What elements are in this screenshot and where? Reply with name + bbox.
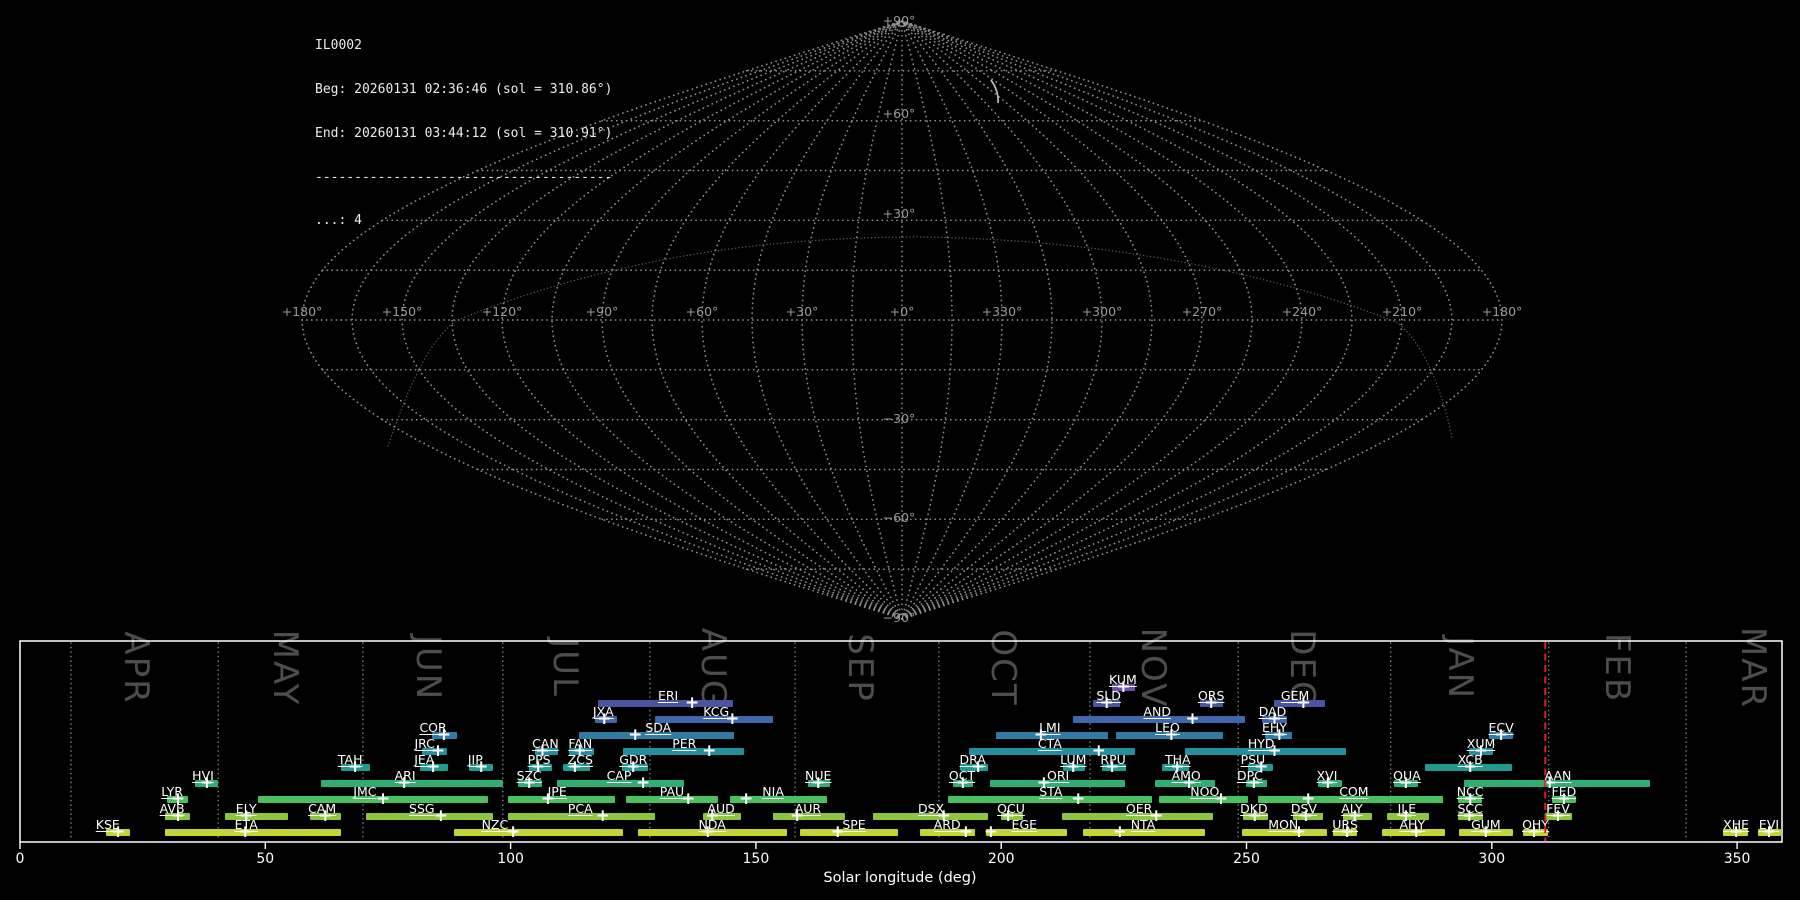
shower-code-label: ERI bbox=[657, 688, 679, 703]
shower-code-label: ECV bbox=[1488, 720, 1514, 735]
shower-code-label: ARD bbox=[933, 817, 961, 832]
shower-code-label: EHY bbox=[1262, 720, 1287, 735]
x-axis-title: Solar longitude (deg) bbox=[823, 870, 977, 886]
month-label: APR bbox=[115, 631, 156, 705]
timeline-panel: APR MAY JUN JUL AUG SEP OCT NOV DEC JAN FEB MAR + KUM… bbox=[0, 0, 1800, 900]
shower-code-label: DPC bbox=[1236, 768, 1263, 783]
shower-code-label: SCC bbox=[1457, 801, 1483, 816]
shower-code-label: THA bbox=[1165, 752, 1191, 767]
shower-code-label: LYR bbox=[161, 784, 183, 799]
shower-code-label: AND bbox=[1143, 704, 1171, 719]
shower-code-label: SSG bbox=[409, 801, 435, 816]
shower-code-label: HVI bbox=[192, 768, 214, 783]
shower-code-label: PCA bbox=[567, 801, 593, 816]
shower-code-label: GEM bbox=[1280, 688, 1310, 703]
month-label: SEP bbox=[839, 633, 880, 703]
x-tick-label: 200 bbox=[987, 851, 1015, 867]
shower-code-label: COM bbox=[1339, 784, 1369, 799]
shower-code-label: XCB bbox=[1457, 752, 1483, 767]
shower-code-label: JMC bbox=[353, 784, 377, 799]
month-label: JUL bbox=[545, 638, 586, 698]
shower-code-label: NDA bbox=[698, 817, 726, 832]
x-tick-label: 150 bbox=[742, 851, 770, 867]
shower-code-label: FED bbox=[1551, 784, 1577, 799]
shower-code-label: AAN bbox=[1544, 768, 1572, 783]
shower-code-label: FEV bbox=[1546, 801, 1570, 816]
shower-code-label: OER bbox=[1125, 801, 1153, 816]
shower-code-label: CAM bbox=[308, 801, 337, 816]
shower-code-label: HYD bbox=[1247, 736, 1275, 751]
shower-code-label: FAN bbox=[568, 736, 593, 751]
shower-code-label: AHY bbox=[1399, 817, 1426, 832]
shower-code-label: JPE bbox=[547, 784, 567, 799]
shower-code-label: SPE bbox=[842, 817, 866, 832]
shower-code-label: NOO bbox=[1190, 784, 1220, 799]
shower-code-label: AVB bbox=[159, 801, 185, 816]
shower-code-label: PER bbox=[672, 736, 697, 751]
x-tick-label: 100 bbox=[497, 851, 524, 867]
month-label: MAR bbox=[1733, 626, 1774, 710]
shower-code-label: RPU bbox=[1100, 752, 1126, 767]
shower-code-label: TAH bbox=[337, 752, 363, 767]
shower-code-label: LMI bbox=[1039, 720, 1061, 735]
shower-code-label: NIA bbox=[762, 784, 784, 799]
shower-code-label: ETA bbox=[234, 817, 258, 832]
shower-code-label: NUE bbox=[804, 768, 832, 783]
shower-code-label: PAU bbox=[659, 784, 685, 799]
shower-code-label: SDA bbox=[645, 720, 672, 735]
shower-code-label: XUM bbox=[1466, 736, 1496, 751]
shower-code-label: XVI bbox=[1316, 768, 1338, 783]
shower-code-label: URS bbox=[1332, 817, 1358, 832]
shower-code-label: SZC bbox=[516, 768, 542, 783]
shower-code-label: DRA bbox=[959, 752, 986, 767]
shower-code-label: OCT bbox=[948, 768, 976, 783]
x-tick-label: 300 bbox=[1478, 851, 1506, 867]
shower-code-label: KSE bbox=[95, 817, 120, 832]
month-label: FEB bbox=[1596, 632, 1637, 704]
month-label: MAY bbox=[264, 629, 305, 707]
shower-code-label: SLD bbox=[1096, 688, 1121, 703]
shower-code-label: NCC bbox=[1456, 784, 1484, 799]
shower-code-label: DAD bbox=[1258, 704, 1287, 719]
x-tick-label: 250 bbox=[1233, 851, 1260, 867]
shower-code-label: LEO bbox=[1155, 720, 1180, 735]
shower-code-label: NTA bbox=[1130, 817, 1156, 832]
shower-code-label: JLE bbox=[1397, 801, 1417, 816]
shower-code-label: JIP bbox=[467, 752, 483, 767]
month-label: OCT bbox=[983, 629, 1024, 707]
shower-code-label: NZC bbox=[481, 817, 509, 832]
shower-code-label: EGE bbox=[1011, 817, 1038, 832]
shower-code-label: CAP bbox=[606, 768, 632, 783]
shower-code-label: OCU bbox=[997, 801, 1025, 816]
shower-code-label: MON bbox=[1268, 817, 1299, 832]
shower-code-label: KCG bbox=[703, 704, 730, 719]
shower-code-label: STA bbox=[1039, 784, 1063, 799]
x-tick-label: 350 bbox=[1723, 851, 1751, 867]
shower-code-label: AUD bbox=[707, 801, 735, 816]
shower-code-label: EVI bbox=[1758, 817, 1780, 832]
shower-code-label: OHY bbox=[1522, 817, 1549, 832]
shower-code-label: AUR bbox=[794, 801, 822, 816]
shower-code-label: ARI bbox=[394, 768, 416, 783]
shower-code-label: ELY bbox=[235, 801, 257, 816]
shower-code-label: AMO bbox=[1171, 768, 1201, 783]
shower-code-label: GDR bbox=[619, 752, 648, 767]
month-label: JAN bbox=[1439, 635, 1480, 701]
x-tick-label: 0 bbox=[15, 851, 25, 867]
shower-code-label: JXA bbox=[592, 704, 614, 719]
shower-code-label: DSX bbox=[917, 801, 945, 816]
shower-code-label: JRC bbox=[414, 736, 435, 751]
month-label: JUN bbox=[408, 634, 449, 702]
shower-code-label: CTA bbox=[1037, 736, 1062, 751]
shower-code-label: KUM bbox=[1108, 672, 1137, 687]
x-tick-label: 50 bbox=[256, 851, 275, 867]
shower-code-label: ORI bbox=[1046, 768, 1070, 783]
figure-canvas: +180° +150° +120° +90° +60° +30° +0° +330° +300°… bbox=[0, 0, 1800, 900]
shower-code-label: QUA bbox=[1393, 768, 1421, 783]
shower-code-label: COR bbox=[419, 720, 447, 735]
shower-code-label: PSU bbox=[1240, 752, 1266, 767]
shower-code-label: ORS bbox=[1197, 688, 1225, 703]
